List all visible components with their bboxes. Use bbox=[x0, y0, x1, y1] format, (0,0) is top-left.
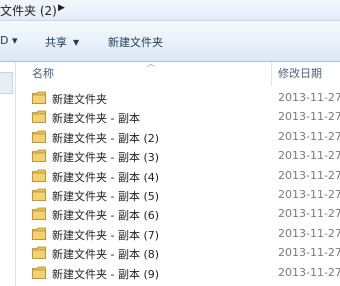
organize-button-partial[interactable]: D ▾ bbox=[0, 34, 18, 47]
file-date-modified: 2013-11-27 bbox=[278, 129, 340, 143]
file-date-modified: 2013-11-27 bbox=[278, 246, 340, 260]
list-item[interactable]: 新建文件夹 - 副本 (8) 2013-11-27 bbox=[16, 243, 340, 262]
folder-icon bbox=[32, 149, 46, 163]
file-date-modified: 2013-11-27 bbox=[278, 110, 340, 124]
file-date-modified: 2013-11-27 bbox=[278, 168, 340, 182]
folder-icon bbox=[32, 266, 46, 279]
file-name: 新建文件夹 - 副本 bbox=[52, 112, 140, 126]
command-bar: D ▾ 共享 ▼ 新建文件夹 bbox=[0, 21, 340, 62]
file-date-modified: 2013-11-27 bbox=[278, 226, 340, 240]
file-name: 新建文件夹 - 副本 (9) bbox=[52, 267, 160, 281]
file-name: 新建文件夹 - 副本 (3) bbox=[52, 151, 160, 165]
file-name: 新建文件夹 - 副本 (7) bbox=[52, 228, 160, 242]
file-date-modified: 2013-11-27 bbox=[278, 187, 340, 201]
list-item[interactable]: 新建文件夹 - 副本 (2) 2013-11-27 bbox=[16, 127, 340, 146]
file-name: 新建文件夹 - 副本 (8) bbox=[52, 248, 160, 262]
column-header-name[interactable]: 名称 bbox=[32, 65, 54, 81]
folder-icon bbox=[32, 110, 46, 124]
file-list: 新建文件夹 2013-11-27 新建文件夹 - 副本 2013-11-27 新… bbox=[16, 88, 340, 282]
file-date-modified: 2013-11-27 bbox=[278, 207, 340, 221]
list-item[interactable]: 新建文件夹 - 副本 2013-11-27 bbox=[16, 107, 340, 126]
list-item[interactable]: 新建文件夹 - 副本 (3) 2013-11-27 bbox=[16, 146, 340, 165]
folder-icon bbox=[32, 246, 46, 260]
column-divider[interactable] bbox=[271, 62, 272, 86]
file-date-modified: 2013-11-27 bbox=[278, 265, 340, 279]
breadcrumb-current-folder[interactable]: 文件夹 (2) bbox=[0, 2, 57, 19]
new-folder-button[interactable]: 新建文件夹 bbox=[108, 34, 163, 50]
chevron-right-icon[interactable]: ▶ bbox=[58, 3, 65, 13]
list-item[interactable]: 新建文件夹 - 副本 (7) 2013-11-27 bbox=[16, 224, 340, 243]
list-item[interactable]: 新建文件夹 - 副本 (4) 2013-11-27 bbox=[16, 166, 340, 185]
folder-icon bbox=[32, 130, 46, 143]
list-item[interactable]: 新建文件夹 2013-11-27 bbox=[16, 88, 340, 107]
file-date-modified: 2013-11-27 bbox=[278, 149, 340, 163]
folder-icon bbox=[32, 207, 46, 221]
list-item[interactable]: 新建文件夹 - 副本 (5) 2013-11-27 bbox=[16, 185, 340, 204]
column-header: ︿ 名称 修改日期 bbox=[16, 59, 340, 86]
navigation-pane[interactable] bbox=[0, 62, 16, 286]
folder-icon bbox=[32, 169, 46, 182]
folder-icon bbox=[32, 227, 46, 240]
file-name: 新建文件夹 - 副本 (5) bbox=[52, 189, 160, 203]
list-item[interactable]: 新建文件夹 - 副本 (6) 2013-11-27 bbox=[16, 204, 340, 223]
file-name: 新建文件夹 - 副本 (6) bbox=[52, 209, 160, 223]
share-button-label: 共享 bbox=[45, 36, 67, 49]
file-name: 新建文件夹 bbox=[52, 93, 107, 106]
file-name: 新建文件夹 - 副本 (4) bbox=[52, 170, 160, 184]
explorer-window: 文件夹 (2) ▶ D ▾ 共享 ▼ 新建文件夹 ︿ 名称 修改日期 新建文件夹 … bbox=[0, 0, 340, 286]
share-button[interactable]: 共享 ▼ bbox=[45, 34, 79, 50]
chevron-down-icon: ▼ bbox=[73, 38, 80, 47]
folder-icon bbox=[32, 188, 46, 201]
navigation-pane-selected-item[interactable] bbox=[0, 72, 13, 94]
file-date-modified: 2013-11-27 bbox=[278, 91, 340, 104]
column-header-date-modified[interactable]: 修改日期 bbox=[278, 65, 322, 81]
folder-icon bbox=[32, 91, 46, 104]
list-item[interactable]: 新建文件夹 - 副本 (9) 2013-11-27 bbox=[16, 263, 340, 282]
file-name: 新建文件夹 - 副本 (2) bbox=[52, 131, 160, 145]
sort-ascending-icon: ︿ bbox=[147, 59, 155, 68]
address-bar[interactable]: 文件夹 (2) ▶ bbox=[0, 0, 340, 21]
